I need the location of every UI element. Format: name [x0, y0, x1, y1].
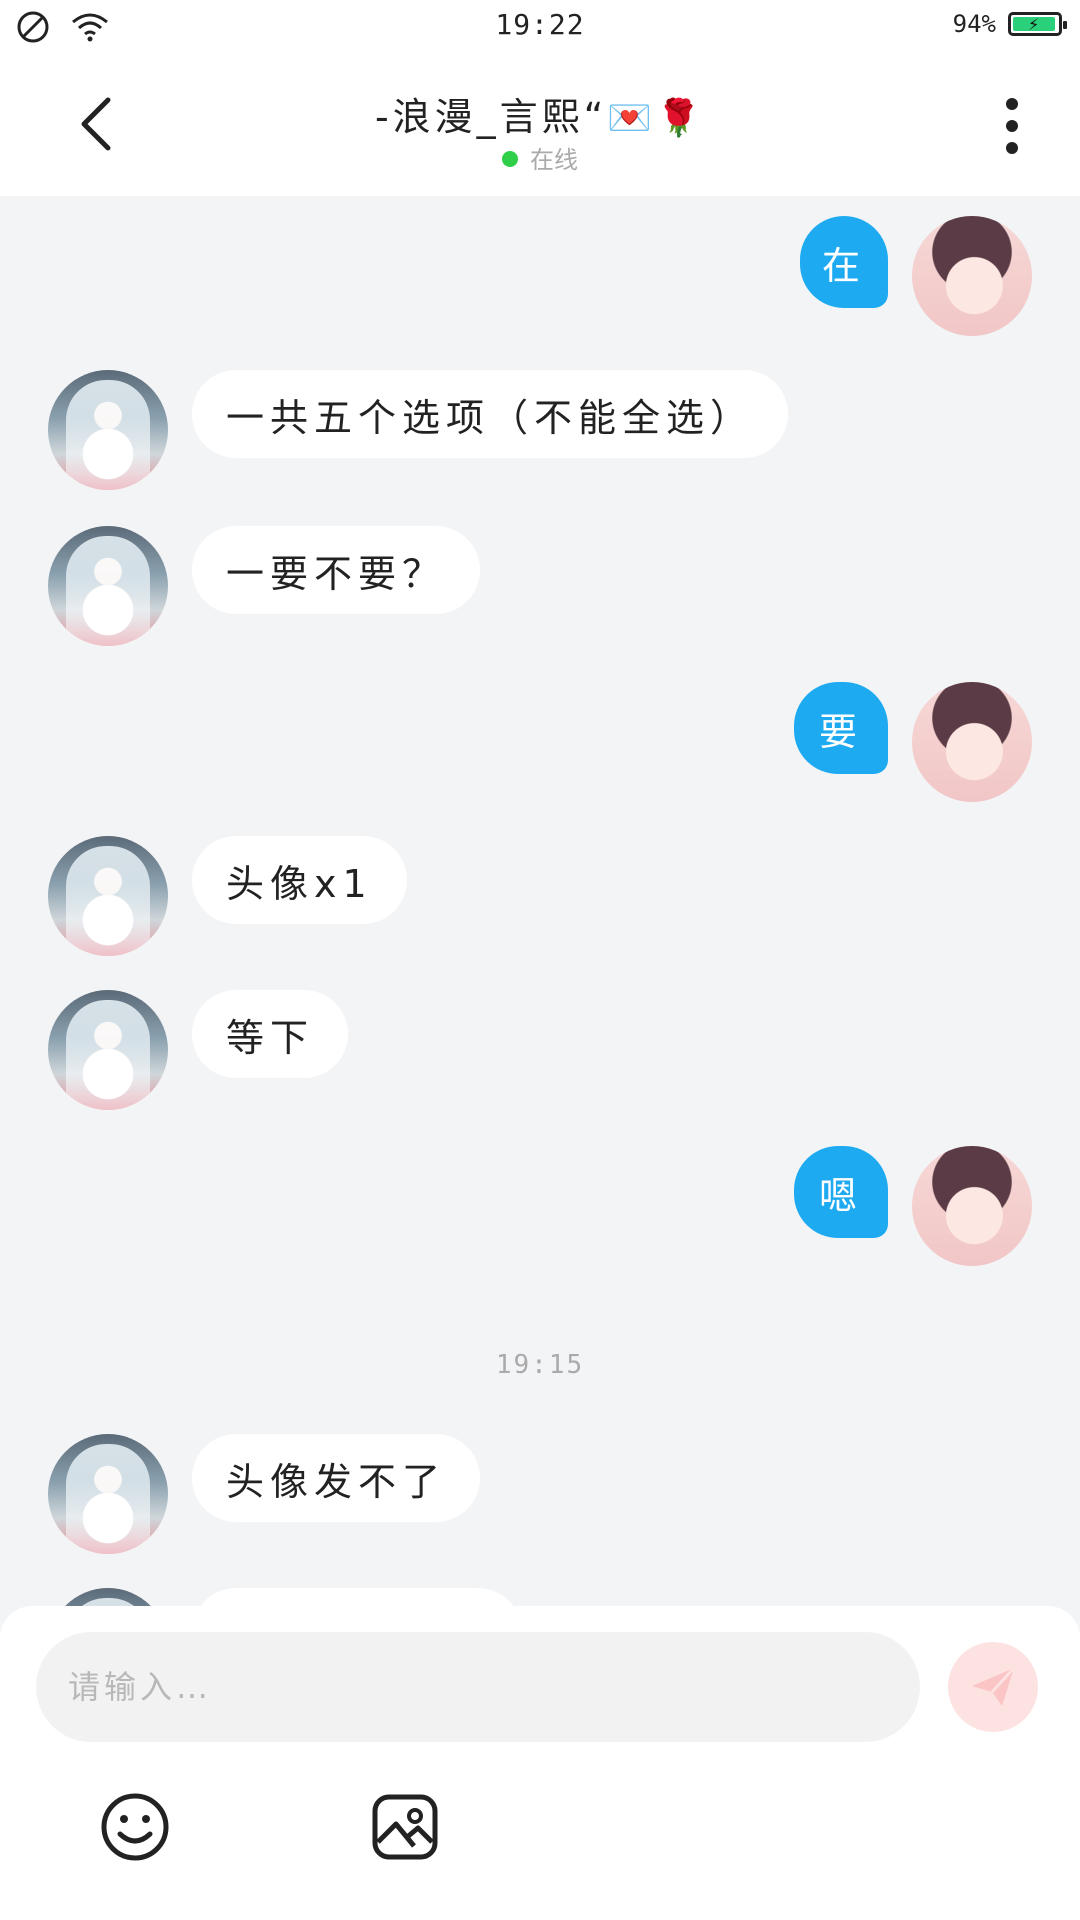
message-input[interactable] [36, 1632, 920, 1742]
more-options-button[interactable] [1000, 96, 1024, 156]
online-status: 在线 [0, 140, 1080, 175]
status-bar: 19:22 94% ⚡ [0, 0, 1080, 56]
message-bubble[interactable]: 一共五个选项（不能全选） [192, 370, 789, 458]
contact-name-text: -浪漫_言熙“ [374, 95, 608, 139]
online-status-label: 在线 [530, 146, 578, 174]
status-icons-right: 94% ⚡ [952, 10, 1067, 38]
contact-avatar[interactable] [48, 526, 168, 646]
battery-tip [1063, 21, 1067, 29]
send-icon [972, 1666, 1016, 1706]
message-bubble[interactable]: 一要不要？ [192, 526, 481, 614]
send-button[interactable] [948, 1642, 1038, 1732]
message-bubble[interactable]: 等下 [192, 990, 349, 1078]
contact-avatar[interactable] [48, 1434, 168, 1554]
message-bubble[interactable]: 头像x1 [192, 836, 407, 924]
battery-charging-icon: ⚡ [1008, 12, 1067, 36]
message-composer [0, 1606, 1080, 1920]
chat-messages[interactable]: 在 一共五个选项（不能全选） 一要不要？ 要 头像x1 等下 嗯 19:15 头… [0, 196, 1080, 1606]
image-button[interactable] [370, 1792, 440, 1862]
emoji-button[interactable] [100, 1792, 170, 1862]
contact-name-emoji: 💌🌹 [607, 98, 706, 139]
my-avatar[interactable] [912, 682, 1032, 802]
message-bubble-partial[interactable] [192, 1588, 522, 1606]
contact-name: -浪漫_言熙“💌🌹 [0, 86, 1080, 141]
message-bubble[interactable]: 要 [794, 682, 888, 774]
message-bubble[interactable]: 在 [800, 216, 888, 308]
my-avatar[interactable] [912, 216, 1032, 336]
message-bubble[interactable]: 头像发不了 [192, 1434, 481, 1522]
online-dot-icon [502, 151, 518, 167]
contact-avatar[interactable] [48, 990, 168, 1110]
chat-timestamp: 19:15 [495, 1350, 585, 1380]
my-avatar[interactable] [912, 1146, 1032, 1266]
contact-avatar[interactable] [48, 836, 168, 956]
status-time: 19:22 [495, 8, 585, 41]
battery-percent: 94% [952, 10, 996, 38]
chat-header: -浪漫_言熙“💌🌹 在线 [0, 56, 1080, 196]
contact-avatar[interactable] [48, 370, 168, 490]
message-bubble[interactable]: 嗯 [794, 1146, 888, 1238]
contact-avatar[interactable] [48, 1588, 168, 1606]
charging-bolt-icon: ⚡ [1028, 15, 1040, 34]
